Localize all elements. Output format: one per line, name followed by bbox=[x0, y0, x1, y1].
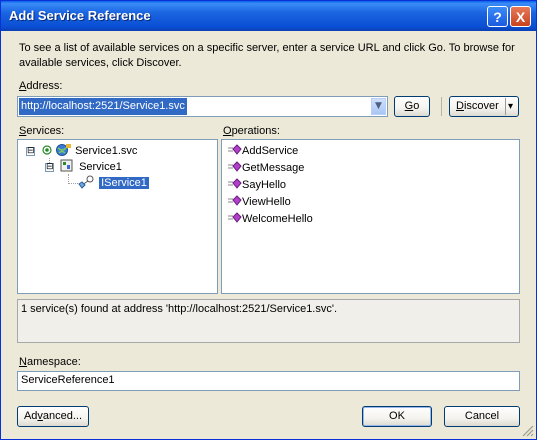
discover-button[interactable]: Discover ▾ bbox=[449, 96, 519, 117]
namespace-field[interactable]: ServiceReference1 bbox=[17, 371, 520, 391]
method-icon bbox=[228, 161, 242, 172]
tree-node-service-svc[interactable]: Service1.svc bbox=[42, 143, 137, 159]
window-title: Add Service Reference bbox=[9, 8, 151, 23]
service-globe-icon bbox=[42, 144, 71, 156]
status-text: 1 service(s) found at address 'http://lo… bbox=[21, 303, 338, 315]
method-icon bbox=[228, 144, 242, 155]
instructions-text: To see a list of available services on a… bbox=[19, 42, 515, 69]
operation-label: GetMessage bbox=[242, 162, 305, 174]
tree-node-service-class[interactable]: Service1 bbox=[60, 159, 122, 175]
resize-grip-icon[interactable] bbox=[522, 425, 534, 437]
help-icon[interactable]: ? bbox=[487, 6, 508, 27]
tree-node-label: Service1 bbox=[79, 161, 122, 173]
status-panel: 1 service(s) found at address 'http://lo… bbox=[17, 299, 520, 343]
list-item[interactable]: AddService bbox=[228, 143, 298, 159]
title-bar[interactable]: Add Service Reference ? X bbox=[1, 1, 536, 31]
list-item[interactable]: GetMessage bbox=[228, 160, 304, 176]
discover-dropdown-icon[interactable]: ▾ bbox=[508, 97, 513, 116]
collapse-toggle[interactable]: ⊟ bbox=[26, 147, 35, 156]
close-icon[interactable]: X bbox=[510, 6, 531, 27]
method-icon bbox=[228, 178, 242, 189]
namespace-value: ServiceReference1 bbox=[21, 374, 115, 386]
collapse-toggle[interactable]: ⊟ bbox=[45, 163, 54, 172]
list-item[interactable]: WelcomeHello bbox=[228, 211, 313, 227]
advanced-button[interactable]: Advanced... bbox=[17, 406, 89, 427]
tree-node-interface[interactable]: IService1 bbox=[78, 175, 149, 191]
interface-icon bbox=[78, 175, 94, 189]
list-item[interactable]: SayHello bbox=[228, 177, 286, 193]
add-service-reference-dialog: Add Service Reference ? X To see a list … bbox=[0, 0, 537, 440]
address-input[interactable]: http://localhost:2521/Service1.svc bbox=[19, 98, 187, 115]
services-tree[interactable]: ⊟ Service1.svc ⊟ Service1 IService1 bbox=[17, 139, 218, 294]
discover-split-divider bbox=[505, 98, 506, 115]
dropdown-arrow-icon[interactable]: ▼ bbox=[371, 98, 386, 115]
toolbar-separator bbox=[441, 97, 442, 116]
tree-node-label: Service1.svc bbox=[75, 145, 138, 157]
ok-button[interactable]: OK bbox=[362, 406, 432, 427]
method-icon bbox=[228, 195, 242, 206]
service-class-icon bbox=[60, 159, 73, 172]
operation-label: ViewHello bbox=[242, 196, 291, 208]
list-item[interactable]: ViewHello bbox=[228, 194, 291, 210]
tree-connector bbox=[68, 183, 78, 185]
operation-label: AddService bbox=[242, 145, 299, 157]
tree-node-label-selected: IService1 bbox=[99, 177, 149, 189]
discover-button-label: Discover bbox=[456, 100, 499, 112]
cancel-button[interactable]: Cancel bbox=[444, 406, 520, 427]
address-label: Address: bbox=[19, 80, 63, 92]
namespace-label: Namespace: bbox=[19, 356, 81, 368]
operations-label: Operations: bbox=[223, 125, 280, 137]
operation-label: SayHello bbox=[242, 179, 287, 191]
address-combobox[interactable]: http://localhost:2521/Service1.svc ▼ bbox=[17, 96, 388, 117]
services-label: Services: bbox=[19, 125, 65, 137]
go-button[interactable]: Go bbox=[394, 96, 430, 117]
operation-label: WelcomeHello bbox=[242, 213, 313, 225]
method-icon bbox=[228, 212, 242, 223]
operations-list[interactable]: AddService GetMessage SayHello ViewHello… bbox=[221, 139, 520, 294]
